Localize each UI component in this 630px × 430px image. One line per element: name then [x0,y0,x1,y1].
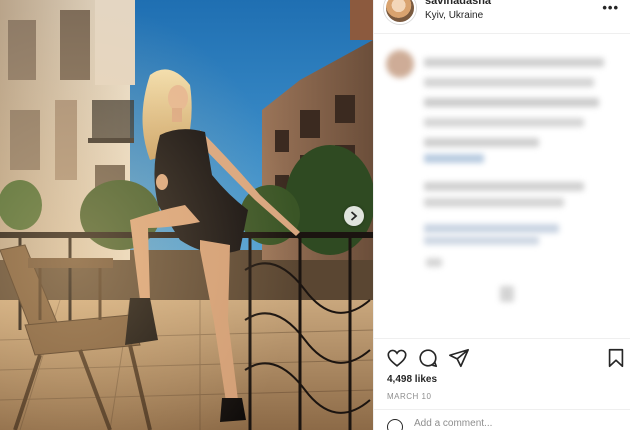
blurred-text [424,224,559,233]
add-comment-bar [374,409,630,430]
blurred-text [424,198,564,207]
photo-illustration [0,0,373,430]
blurred-avatar [386,50,414,78]
blurred-text [426,258,442,267]
comment-icon[interactable] [417,347,439,369]
post-date: MARCH 10 [387,392,432,401]
blurred-text [424,118,584,127]
share-icon[interactable] [448,347,470,369]
caption-blurred [374,36,630,338]
blurred-text [424,154,484,163]
chevron-right-icon [350,211,358,221]
emoji-icon[interactable] [387,419,403,430]
location-link[interactable]: Kyiv, Ukraine [425,10,483,21]
blurred-text [424,236,539,245]
heart-icon[interactable] [386,347,408,369]
post-actions: 4,498 likes MARCH 10 [374,338,630,430]
post-header: savinadasha Kyiv, Ukraine ••• [374,0,630,34]
blurred-text [424,138,539,147]
username-link[interactable]: savinadasha [425,0,491,7]
bookmark-icon[interactable] [605,347,627,369]
blurred-text [500,286,514,302]
avatar[interactable] [384,0,416,24]
likes-count[interactable]: 4,498 likes [387,374,437,385]
next-photo-button[interactable] [344,206,364,226]
post-photo[interactable] [0,0,373,430]
more-horizontal-icon[interactable]: ••• [602,0,619,15]
blurred-text [424,78,594,87]
post-side-panel: savinadasha Kyiv, Ukraine ••• 4,498 like [373,0,630,430]
blurred-text [424,98,599,107]
comment-input[interactable] [414,418,614,429]
blurred-text [424,58,604,67]
blurred-text [424,182,584,191]
